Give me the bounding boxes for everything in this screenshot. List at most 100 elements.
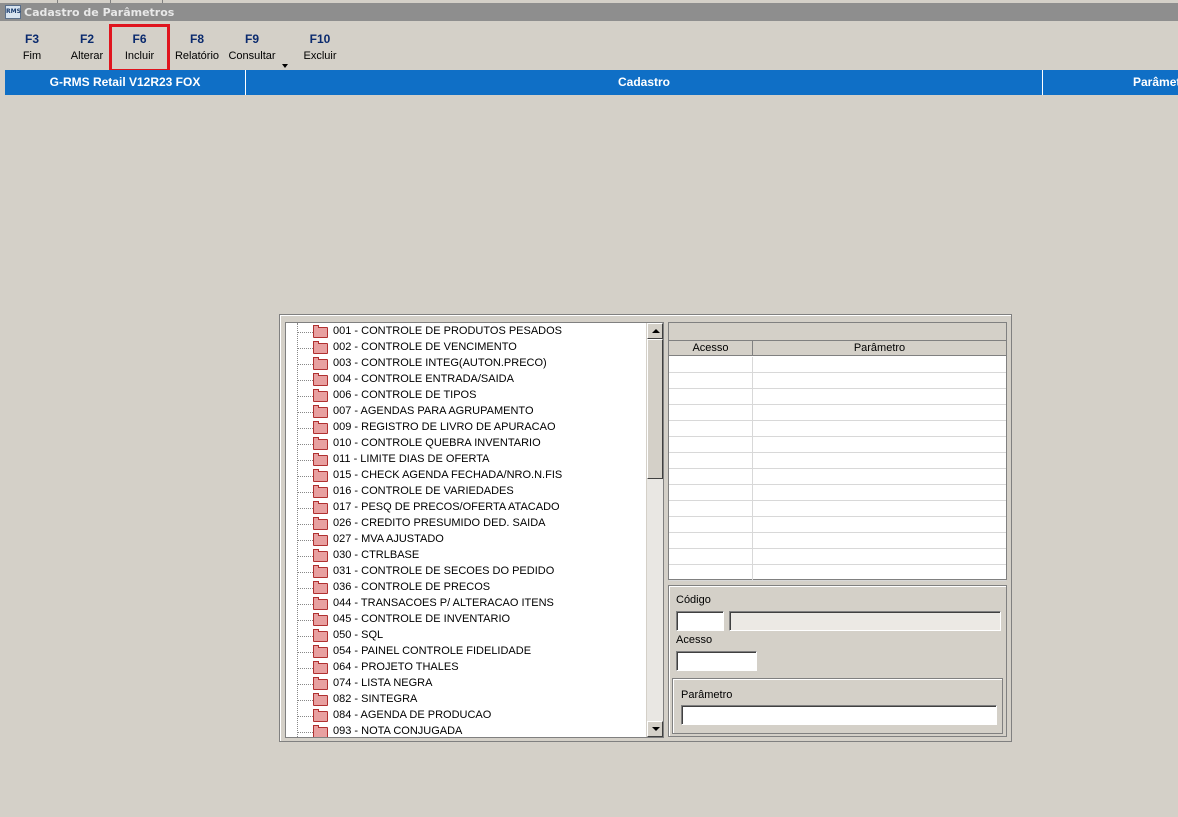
fim-label: Fim [22, 50, 42, 62]
tree-item[interactable]: 030 - CTRLBASE [286, 548, 646, 564]
tree-branch-line [297, 588, 313, 589]
scroll-thumb[interactable] [647, 339, 663, 479]
grid-row[interactable] [669, 485, 1006, 501]
tree-branch-line [297, 732, 313, 733]
tree-branch-line [297, 380, 313, 381]
tree-branch-line [297, 652, 313, 653]
grid-row[interactable] [669, 405, 1006, 421]
column-parametro[interactable]: Parâmetro [753, 341, 1006, 356]
grid-cell-acesso [669, 485, 753, 500]
grid-row[interactable] [669, 437, 1006, 453]
parametro-group: Parâmetro [672, 678, 1003, 734]
tree-scrollbar[interactable] [646, 323, 663, 737]
grid-row[interactable] [669, 421, 1006, 437]
folder-icon [313, 725, 328, 737]
tree-item[interactable]: 009 - REGISTRO DE LIVRO DE APURACAO [286, 420, 646, 436]
acesso-input[interactable] [676, 651, 757, 671]
codigo-input[interactable] [676, 611, 724, 631]
tree-item[interactable]: 082 - SINTEGRA [286, 692, 646, 708]
parameter-grid[interactable]: Acesso Parâmetro [668, 322, 1007, 581]
tree-item[interactable]: 002 - CONTROLE DE VENCIMENTO [286, 340, 646, 356]
tree-item[interactable]: 007 - AGENDAS PARA AGRUPAMENTO [286, 404, 646, 420]
grid-row[interactable] [669, 373, 1006, 389]
tree-branch-line [297, 620, 313, 621]
scroll-down-button[interactable] [647, 721, 663, 737]
window-title: Cadastro de Parâmetros [24, 5, 175, 19]
grid-cell-acesso [669, 517, 753, 532]
grid-row[interactable] [669, 501, 1006, 517]
tree-item[interactable]: 006 - CONTROLE DE TIPOS [286, 388, 646, 404]
grid-row[interactable] [669, 357, 1006, 373]
grid-row[interactable] [669, 533, 1006, 549]
system-version: G-RMS Retail V12R23 FOX [5, 70, 246, 95]
tree-branch-line [297, 444, 313, 445]
tree-item[interactable]: 045 - CONTROLE DE INVENTARIO [286, 612, 646, 628]
grid-row[interactable] [669, 453, 1006, 469]
tree-branch-line [297, 716, 313, 717]
tree-branch-line [297, 668, 313, 669]
grid-cell-acesso [669, 405, 753, 420]
tree-item[interactable]: 036 - CONTROLE DE PRECOS [286, 580, 646, 596]
tree-item[interactable]: 064 - PROJETO THALES [286, 660, 646, 676]
tree-branch-line [297, 492, 313, 493]
grid-row[interactable] [669, 469, 1006, 485]
grid-row[interactable] [669, 389, 1006, 405]
tree-item-label: 026 - CREDITO PRESUMIDO DED. SAIDA [333, 517, 546, 529]
tree-item[interactable]: 017 - PESQ DE PRECOS/OFERTA ATACADO [286, 500, 646, 516]
tree-item[interactable]: 093 - NOTA CONJUGADA [286, 724, 646, 737]
excluir-button[interactable]: F10 Excluir [298, 26, 342, 68]
excluir-key: F10 [309, 32, 331, 46]
tree-item[interactable]: 016 - CONTROLE DE VARIEDADES [286, 484, 646, 500]
tree-item[interactable]: 003 - CONTROLE INTEG(AUTON.PRECO) [286, 356, 646, 372]
tree-item[interactable]: 044 - TRANSACOES P/ ALTERACAO ITENS [286, 596, 646, 612]
title-bar: RMS Cadastro de Parâmetros [0, 3, 1178, 21]
tree-item[interactable]: 031 - CONTROLE DE SECOES DO PEDIDO [286, 564, 646, 580]
tree-item[interactable]: 011 - LIMITE DIAS DE OFERTA [286, 452, 646, 468]
tree-item-label: 002 - CONTROLE DE VENCIMENTO [333, 341, 517, 353]
column-acesso[interactable]: Acesso [669, 341, 753, 356]
alterar-button[interactable]: F2 Alterar [64, 26, 110, 68]
tree-item[interactable]: 050 - SQL [286, 628, 646, 644]
relatorio-button[interactable]: F8 Relatório [172, 26, 222, 68]
folder-icon [313, 453, 328, 466]
parametro-input[interactable] [681, 705, 997, 725]
relatorio-label: Relatório [174, 50, 220, 62]
grid-cell-acesso [669, 437, 753, 452]
scroll-up-button[interactable] [647, 323, 663, 339]
tree-branch-line [297, 508, 313, 509]
parameter-form: Código Acesso Parâmetro [668, 585, 1007, 737]
tree-item[interactable]: 074 - LISTA NEGRA [286, 676, 646, 692]
relatorio-key: F8 [189, 32, 204, 46]
tree-item[interactable]: 004 - CONTROLE ENTRADA/SAIDA [286, 372, 646, 388]
grid-row[interactable] [669, 549, 1006, 565]
consultar-dropdown-icon[interactable] [282, 64, 288, 68]
tree-branch-line [297, 556, 313, 557]
codigo-description-field [729, 611, 1001, 631]
tree-item-label: 084 - AGENDA DE PRODUCAO [333, 709, 492, 721]
fim-button[interactable]: F3 Fim [12, 26, 52, 68]
grid-cell-acesso [669, 565, 753, 580]
tree-item[interactable]: 054 - PAINEL CONTROLE FIDELIDADE [286, 644, 646, 660]
grid-row[interactable] [669, 565, 1006, 581]
tree-item[interactable]: 027 - MVA AJUSTADO [286, 532, 646, 548]
tree-item[interactable]: 015 - CHECK AGENDA FECHADA/NRO.N.FIS [286, 468, 646, 484]
grid-row[interactable] [669, 517, 1006, 533]
folder-icon [313, 661, 328, 674]
tree-item[interactable]: 001 - CONTROLE DE PRODUTOS PESADOS [286, 324, 646, 340]
folder-icon [313, 597, 328, 610]
tree-branch-line [297, 572, 313, 573]
tree-item-label: 017 - PESQ DE PRECOS/OFERTA ATACADO [333, 501, 560, 513]
incluir-button[interactable]: F6 Incluir [109, 24, 170, 72]
tree-item[interactable]: 026 - CREDITO PRESUMIDO DED. SAIDA [286, 516, 646, 532]
grid-cell-acesso [669, 469, 753, 484]
tree-item[interactable]: 010 - CONTROLE QUEBRA INVENTARIO [286, 436, 646, 452]
tree-branch-line [297, 636, 313, 637]
consultar-button[interactable]: F9 Consultar [225, 26, 279, 68]
folder-icon [313, 373, 328, 386]
rms-app-icon: RMS [5, 5, 21, 19]
folder-icon [313, 485, 328, 498]
tree-item[interactable]: 084 - AGENDA DE PRODUCAO [286, 708, 646, 724]
parameter-tree[interactable]: 001 - CONTROLE DE PRODUTOS PESADOS 002 - … [285, 322, 664, 738]
parameters-panel: 001 - CONTROLE DE PRODUTOS PESADOS 002 - … [279, 314, 1012, 742]
tree-item-label: 044 - TRANSACOES P/ ALTERACAO ITENS [333, 597, 554, 609]
